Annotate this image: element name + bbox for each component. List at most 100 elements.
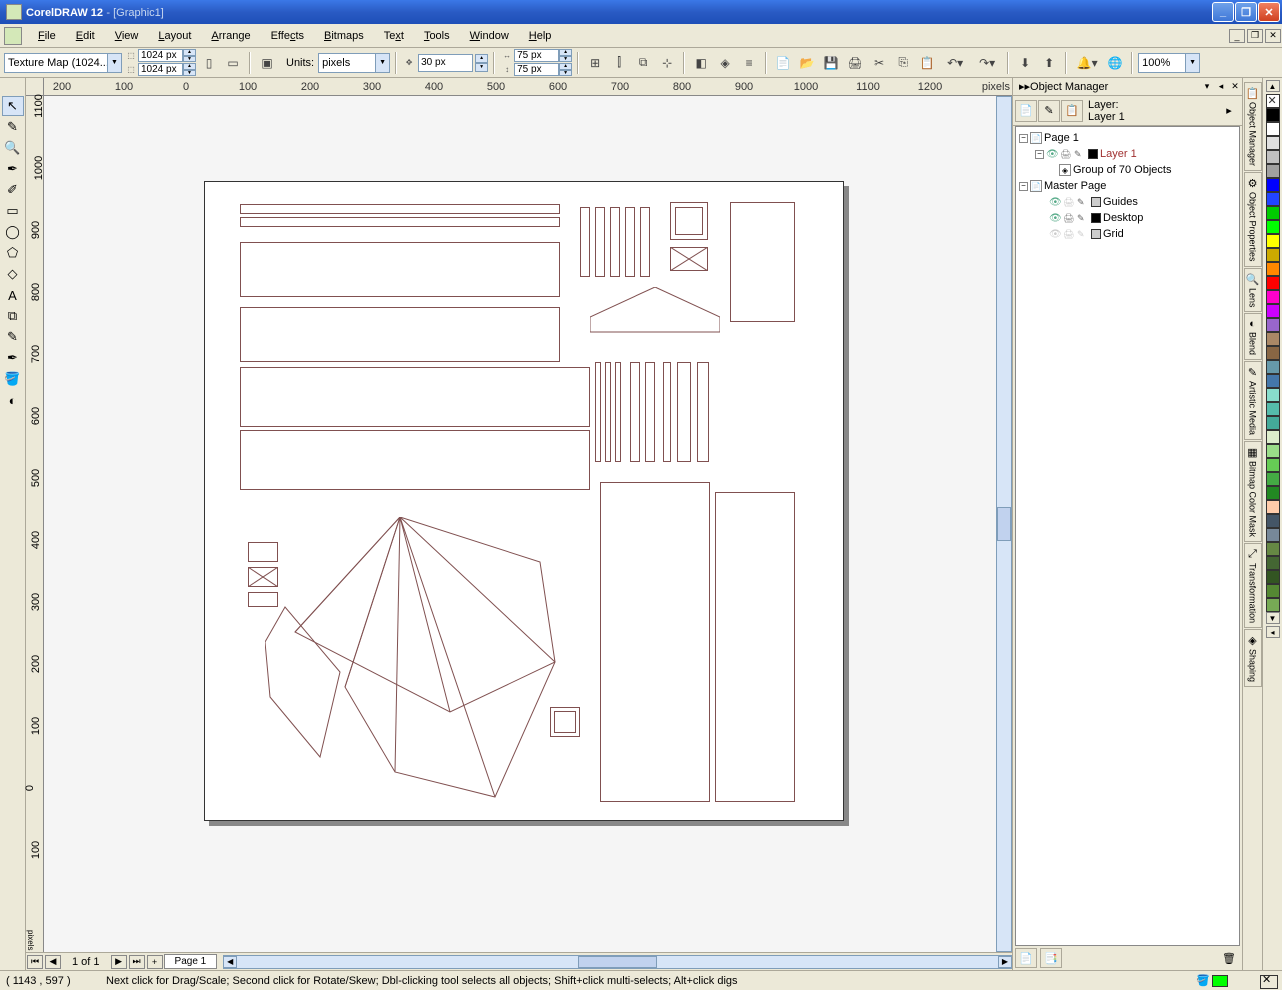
zoom-combo[interactable]: 100%▼ <box>1138 53 1200 73</box>
cut-button[interactable]: ✂ <box>868 52 890 74</box>
vertical-scrollbar[interactable] <box>996 96 1012 952</box>
color-swatch[interactable] <box>1266 346 1280 360</box>
color-swatch[interactable] <box>1266 514 1280 528</box>
menu-effects[interactable]: Effects <box>261 27 314 45</box>
dynamic-guides-button[interactable]: ⊹ <box>656 52 678 74</box>
export-button[interactable]: ⬆ <box>1038 52 1060 74</box>
color-swatch[interactable] <box>1266 570 1280 584</box>
maximize-button[interactable]: ❐ <box>1235 2 1257 22</box>
color-swatch[interactable] <box>1266 206 1280 220</box>
treat-as-filled-button[interactable]: ◧ <box>690 52 712 74</box>
copy-button[interactable]: ⎘ <box>892 52 914 74</box>
dup-x-input[interactable]: 75 px <box>514 49 559 62</box>
corel-online-button[interactable]: 🌐 <box>1104 52 1126 74</box>
tab-shaping[interactable]: ◈Shaping <box>1244 629 1262 687</box>
page-width-input[interactable]: 1024 px <box>138 49 183 62</box>
color-swatch[interactable] <box>1266 388 1280 402</box>
tab-object-properties[interactable]: ⚙Object Properties <box>1244 172 1262 267</box>
color-swatch[interactable] <box>1266 108 1280 122</box>
menu-help[interactable]: Help <box>519 27 562 45</box>
tab-transformation[interactable]: ⤢Transformation <box>1244 543 1262 628</box>
tree-layer1[interactable]: −👁🖨✎Layer 1 <box>1019 146 1236 162</box>
interactive-blend-tool[interactable]: ⧉ <box>2 306 24 326</box>
color-swatch[interactable] <box>1266 262 1280 276</box>
color-swatch[interactable] <box>1266 122 1280 136</box>
fill-indicator[interactable] <box>1212 975 1228 987</box>
palette-up-button[interactable]: ▲ <box>1266 80 1280 92</box>
paste-button[interactable]: 📋 <box>916 52 938 74</box>
color-swatch[interactable] <box>1266 290 1280 304</box>
next-page-button[interactable]: ▶ <box>111 955 127 969</box>
docker-close-button[interactable]: ✕ <box>1228 80 1242 94</box>
horizontal-ruler[interactable]: pixels2001000100200300400500600700800900… <box>44 78 1012 96</box>
horizontal-scrollbar[interactable]: ◀▶ <box>223 955 1012 969</box>
menu-file[interactable]: File <box>28 27 66 45</box>
color-swatch[interactable] <box>1266 276 1280 290</box>
menu-text[interactable]: Text <box>374 27 414 45</box>
color-swatch[interactable] <box>1266 220 1280 234</box>
color-swatch[interactable] <box>1266 374 1280 388</box>
color-swatch[interactable] <box>1266 332 1280 346</box>
color-swatch[interactable] <box>1266 248 1280 262</box>
color-swatch[interactable] <box>1266 430 1280 444</box>
ellipse-tool[interactable]: ◯ <box>2 222 24 242</box>
tab-lens[interactable]: 🔍Lens <box>1244 268 1262 313</box>
new-layer-button[interactable]: 📄 <box>1015 948 1037 968</box>
tree-group[interactable]: ◈Group of 70 Objects <box>1019 162 1236 178</box>
rectangle-tool[interactable]: ▭ <box>2 201 24 221</box>
polygon-tool[interactable]: ⬠ <box>2 243 24 263</box>
color-swatch[interactable] <box>1266 304 1280 318</box>
save-button[interactable]: 💾 <box>820 52 842 74</box>
facing-pages-button[interactable]: ▣ <box>256 52 278 74</box>
delete-button[interactable]: 🗑 <box>1218 948 1240 968</box>
menu-window[interactable]: Window <box>460 27 519 45</box>
add-page-button[interactable]: + <box>147 955 163 969</box>
page-tab[interactable]: Page 1 <box>164 954 218 969</box>
units-combo[interactable]: pixels▼ <box>318 53 390 73</box>
color-swatch[interactable] <box>1266 178 1280 192</box>
draw-complex-button[interactable]: ◈ <box>714 52 736 74</box>
tree-desktop[interactable]: 👁🖨✎Desktop <box>1019 210 1236 226</box>
pick-tool[interactable]: ↖ <box>2 96 24 116</box>
drawing-page[interactable] <box>204 181 844 821</box>
docker-collapse-button[interactable]: ◂ <box>1214 80 1228 94</box>
menu-edit[interactable]: Edit <box>66 27 105 45</box>
tab-bitmap-color-mask[interactable]: ▦Bitmap Color Mask <box>1244 441 1262 542</box>
landscape-button[interactable]: ▭ <box>222 52 244 74</box>
color-swatch[interactable] <box>1266 556 1280 570</box>
tree-grid[interactable]: 👁🖨✎Grid <box>1019 226 1236 242</box>
docker-menu-button[interactable]: ▾ <box>1200 80 1214 94</box>
redo-button[interactable]: ↷▾ <box>972 52 1002 74</box>
snap-objects-button[interactable]: ⧉ <box>632 52 654 74</box>
color-swatch[interactable] <box>1266 528 1280 542</box>
color-swatch[interactable] <box>1266 444 1280 458</box>
interactive-fill-tool[interactable]: ◐ <box>2 390 24 410</box>
color-swatch[interactable] <box>1266 472 1280 486</box>
menu-layout[interactable]: Layout <box>148 27 201 45</box>
first-page-button[interactable]: ⏮ <box>27 955 43 969</box>
page-height-input[interactable]: 1024 px <box>138 63 183 76</box>
outline-tool[interactable]: ✒ <box>2 348 24 368</box>
color-swatch[interactable] <box>1266 458 1280 472</box>
undo-button[interactable]: ↶▾ <box>940 52 970 74</box>
basic-shapes-tool[interactable]: ◇ <box>2 264 24 284</box>
nudge-input[interactable]: 30 px <box>418 54 473 72</box>
color-swatch[interactable] <box>1266 360 1280 374</box>
portrait-button[interactable]: ▯ <box>198 52 220 74</box>
menu-tools[interactable]: Tools <box>414 27 460 45</box>
object-tree[interactable]: −📄Page 1 −👁🖨✎Layer 1 ◈Group of 70 Object… <box>1015 126 1240 946</box>
color-swatch[interactable] <box>1266 150 1280 164</box>
tab-artistic-media[interactable]: ✎Artistic Media <box>1244 361 1262 440</box>
last-page-button[interactable]: ⏭ <box>129 955 145 969</box>
snap-guides-button[interactable]: ⫿ <box>608 52 630 74</box>
tree-master-page[interactable]: −📄Master Page <box>1019 178 1236 194</box>
color-swatch[interactable] <box>1266 402 1280 416</box>
freehand-tool[interactable]: ✒ <box>2 159 24 179</box>
minimize-button[interactable]: _ <box>1212 2 1234 22</box>
prev-page-button[interactable]: ◀ <box>45 955 61 969</box>
text-tool[interactable]: A <box>2 285 24 305</box>
menu-arrange[interactable]: Arrange <box>201 27 260 45</box>
app-menu-icon[interactable] <box>4 27 22 45</box>
color-swatch[interactable] <box>1266 164 1280 178</box>
layer-manager-view-button[interactable]: 📋 <box>1061 100 1083 122</box>
